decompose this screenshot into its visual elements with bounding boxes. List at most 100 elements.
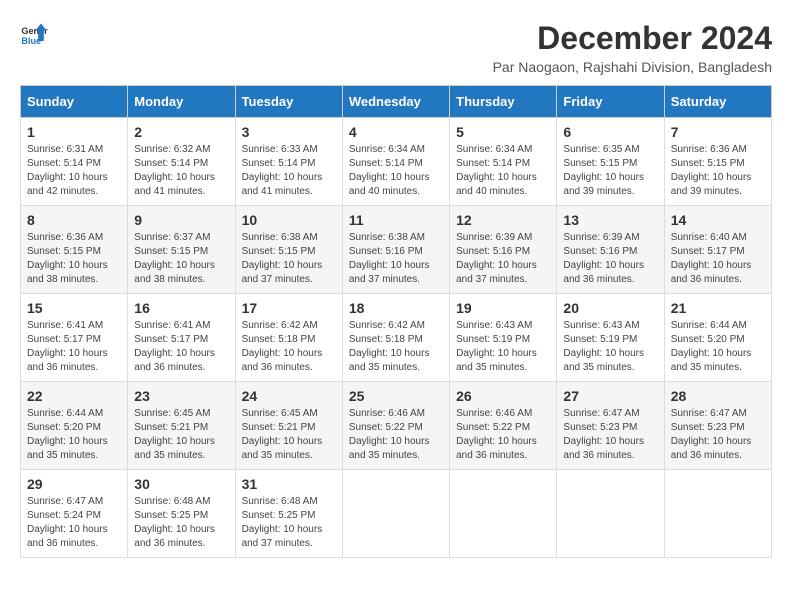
day-number: 12 <box>456 212 550 228</box>
day-number: 23 <box>134 388 228 404</box>
day-info: Sunrise: 6:40 AM Sunset: 5:17 PM Dayligh… <box>671 232 752 285</box>
header-monday: Monday <box>128 86 235 118</box>
day-info: Sunrise: 6:47 AM Sunset: 5:24 PM Dayligh… <box>27 496 108 549</box>
day-number: 5 <box>456 124 550 140</box>
day-number: 8 <box>27 212 121 228</box>
day-number: 24 <box>242 388 336 404</box>
day-info: Sunrise: 6:36 AM Sunset: 5:15 PM Dayligh… <box>27 232 108 285</box>
day-info: Sunrise: 6:39 AM Sunset: 5:16 PM Dayligh… <box>456 232 537 285</box>
day-number: 11 <box>349 212 443 228</box>
day-number: 20 <box>563 300 657 316</box>
calendar-week-row: 29 Sunrise: 6:47 AM Sunset: 5:24 PM Dayl… <box>21 470 772 558</box>
calendar-cell: 3 Sunrise: 6:33 AM Sunset: 5:14 PM Dayli… <box>235 118 342 206</box>
logo: General Blue <box>20 20 48 48</box>
day-number: 3 <box>242 124 336 140</box>
calendar-cell: 22 Sunrise: 6:44 AM Sunset: 5:20 PM Dayl… <box>21 382 128 470</box>
day-info: Sunrise: 6:41 AM Sunset: 5:17 PM Dayligh… <box>27 320 108 373</box>
day-number: 2 <box>134 124 228 140</box>
day-number: 29 <box>27 476 121 492</box>
day-info: Sunrise: 6:42 AM Sunset: 5:18 PM Dayligh… <box>242 320 323 373</box>
day-info: Sunrise: 6:41 AM Sunset: 5:17 PM Dayligh… <box>134 320 215 373</box>
calendar-cell: 18 Sunrise: 6:42 AM Sunset: 5:18 PM Dayl… <box>342 294 449 382</box>
header-wednesday: Wednesday <box>342 86 449 118</box>
location-subtitle: Par Naogaon, Rajshahi Division, Banglade… <box>493 59 772 75</box>
day-info: Sunrise: 6:44 AM Sunset: 5:20 PM Dayligh… <box>671 320 752 373</box>
calendar-cell <box>664 470 771 558</box>
calendar-week-row: 8 Sunrise: 6:36 AM Sunset: 5:15 PM Dayli… <box>21 206 772 294</box>
day-info: Sunrise: 6:43 AM Sunset: 5:19 PM Dayligh… <box>563 320 644 373</box>
calendar-cell: 17 Sunrise: 6:42 AM Sunset: 5:18 PM Dayl… <box>235 294 342 382</box>
calendar-cell: 9 Sunrise: 6:37 AM Sunset: 5:15 PM Dayli… <box>128 206 235 294</box>
day-number: 14 <box>671 212 765 228</box>
day-info: Sunrise: 6:33 AM Sunset: 5:14 PM Dayligh… <box>242 144 323 197</box>
day-number: 27 <box>563 388 657 404</box>
day-info: Sunrise: 6:36 AM Sunset: 5:15 PM Dayligh… <box>671 144 752 197</box>
page-header: General Blue December 2024 Par Naogaon, … <box>20 20 772 75</box>
calendar-cell: 1 Sunrise: 6:31 AM Sunset: 5:14 PM Dayli… <box>21 118 128 206</box>
day-info: Sunrise: 6:38 AM Sunset: 5:16 PM Dayligh… <box>349 232 430 285</box>
day-info: Sunrise: 6:45 AM Sunset: 5:21 PM Dayligh… <box>134 408 215 461</box>
calendar-cell: 6 Sunrise: 6:35 AM Sunset: 5:15 PM Dayli… <box>557 118 664 206</box>
day-number: 22 <box>27 388 121 404</box>
calendar-cell: 27 Sunrise: 6:47 AM Sunset: 5:23 PM Dayl… <box>557 382 664 470</box>
day-info: Sunrise: 6:42 AM Sunset: 5:18 PM Dayligh… <box>349 320 430 373</box>
day-info: Sunrise: 6:48 AM Sunset: 5:25 PM Dayligh… <box>134 496 215 549</box>
calendar-cell: 5 Sunrise: 6:34 AM Sunset: 5:14 PM Dayli… <box>450 118 557 206</box>
calendar-table: SundayMondayTuesdayWednesdayThursdayFrid… <box>20 85 772 558</box>
calendar-cell: 4 Sunrise: 6:34 AM Sunset: 5:14 PM Dayli… <box>342 118 449 206</box>
title-section: December 2024 Par Naogaon, Rajshahi Divi… <box>493 20 772 75</box>
calendar-cell <box>342 470 449 558</box>
header-friday: Friday <box>557 86 664 118</box>
day-info: Sunrise: 6:32 AM Sunset: 5:14 PM Dayligh… <box>134 144 215 197</box>
calendar-cell: 16 Sunrise: 6:41 AM Sunset: 5:17 PM Dayl… <box>128 294 235 382</box>
day-info: Sunrise: 6:45 AM Sunset: 5:21 PM Dayligh… <box>242 408 323 461</box>
calendar-week-row: 1 Sunrise: 6:31 AM Sunset: 5:14 PM Dayli… <box>21 118 772 206</box>
calendar-cell: 10 Sunrise: 6:38 AM Sunset: 5:15 PM Dayl… <box>235 206 342 294</box>
day-number: 10 <box>242 212 336 228</box>
header-sunday: Sunday <box>21 86 128 118</box>
day-number: 15 <box>27 300 121 316</box>
day-number: 16 <box>134 300 228 316</box>
calendar-cell: 25 Sunrise: 6:46 AM Sunset: 5:22 PM Dayl… <box>342 382 449 470</box>
day-info: Sunrise: 6:47 AM Sunset: 5:23 PM Dayligh… <box>671 408 752 461</box>
day-number: 17 <box>242 300 336 316</box>
calendar-cell: 12 Sunrise: 6:39 AM Sunset: 5:16 PM Dayl… <box>450 206 557 294</box>
day-number: 31 <box>242 476 336 492</box>
day-number: 9 <box>134 212 228 228</box>
day-info: Sunrise: 6:35 AM Sunset: 5:15 PM Dayligh… <box>563 144 644 197</box>
day-info: Sunrise: 6:39 AM Sunset: 5:16 PM Dayligh… <box>563 232 644 285</box>
calendar-cell: 8 Sunrise: 6:36 AM Sunset: 5:15 PM Dayli… <box>21 206 128 294</box>
day-info: Sunrise: 6:38 AM Sunset: 5:15 PM Dayligh… <box>242 232 323 285</box>
header-tuesday: Tuesday <box>235 86 342 118</box>
day-number: 1 <box>27 124 121 140</box>
calendar-cell: 28 Sunrise: 6:47 AM Sunset: 5:23 PM Dayl… <box>664 382 771 470</box>
header-saturday: Saturday <box>664 86 771 118</box>
day-number: 30 <box>134 476 228 492</box>
day-info: Sunrise: 6:44 AM Sunset: 5:20 PM Dayligh… <box>27 408 108 461</box>
calendar-cell <box>557 470 664 558</box>
logo-icon: General Blue <box>20 20 48 48</box>
day-info: Sunrise: 6:47 AM Sunset: 5:23 PM Dayligh… <box>563 408 644 461</box>
calendar-cell: 20 Sunrise: 6:43 AM Sunset: 5:19 PM Dayl… <box>557 294 664 382</box>
calendar-cell: 14 Sunrise: 6:40 AM Sunset: 5:17 PM Dayl… <box>664 206 771 294</box>
day-number: 19 <box>456 300 550 316</box>
calendar-cell: 29 Sunrise: 6:47 AM Sunset: 5:24 PM Dayl… <box>21 470 128 558</box>
calendar-cell: 26 Sunrise: 6:46 AM Sunset: 5:22 PM Dayl… <box>450 382 557 470</box>
day-info: Sunrise: 6:37 AM Sunset: 5:15 PM Dayligh… <box>134 232 215 285</box>
day-number: 7 <box>671 124 765 140</box>
day-info: Sunrise: 6:46 AM Sunset: 5:22 PM Dayligh… <box>456 408 537 461</box>
month-title: December 2024 <box>493 20 772 57</box>
day-number: 6 <box>563 124 657 140</box>
day-number: 18 <box>349 300 443 316</box>
calendar-cell: 15 Sunrise: 6:41 AM Sunset: 5:17 PM Dayl… <box>21 294 128 382</box>
calendar-cell: 24 Sunrise: 6:45 AM Sunset: 5:21 PM Dayl… <box>235 382 342 470</box>
day-info: Sunrise: 6:43 AM Sunset: 5:19 PM Dayligh… <box>456 320 537 373</box>
day-info: Sunrise: 6:46 AM Sunset: 5:22 PM Dayligh… <box>349 408 430 461</box>
header-thursday: Thursday <box>450 86 557 118</box>
day-number: 26 <box>456 388 550 404</box>
calendar-cell: 2 Sunrise: 6:32 AM Sunset: 5:14 PM Dayli… <box>128 118 235 206</box>
calendar-header-row: SundayMondayTuesdayWednesdayThursdayFrid… <box>21 86 772 118</box>
day-number: 4 <box>349 124 443 140</box>
day-info: Sunrise: 6:31 AM Sunset: 5:14 PM Dayligh… <box>27 144 108 197</box>
day-info: Sunrise: 6:34 AM Sunset: 5:14 PM Dayligh… <box>349 144 430 197</box>
